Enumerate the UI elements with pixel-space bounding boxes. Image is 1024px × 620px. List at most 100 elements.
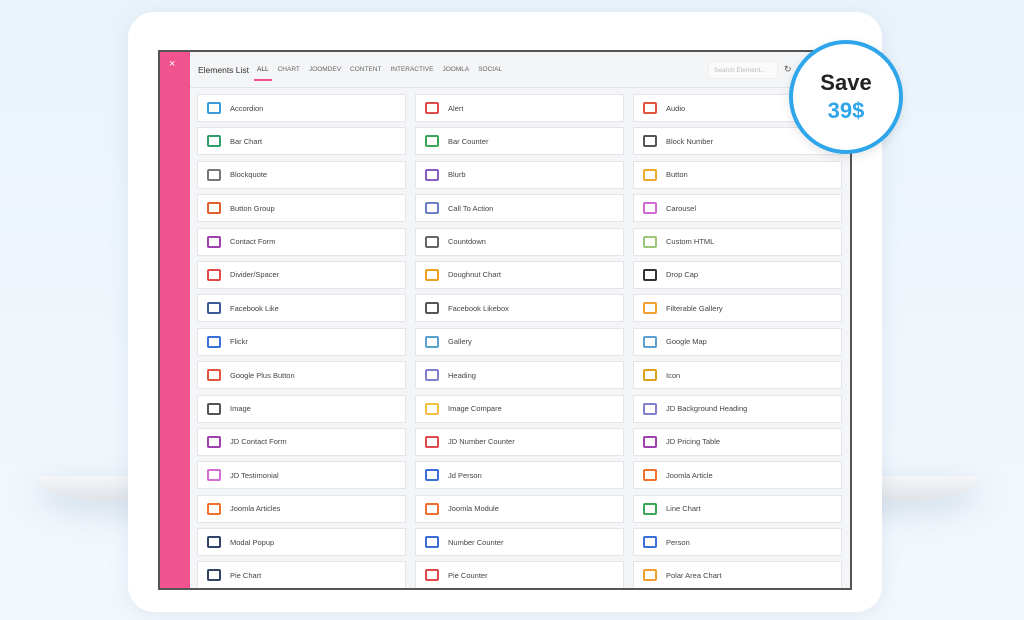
gallery-icon — [425, 335, 439, 348]
search-input[interactable]: Search Element... — [708, 61, 778, 79]
element-label: Drop Cap — [666, 270, 699, 280]
element-item[interactable]: Person — [633, 528, 842, 557]
element-label: Call To Action — [448, 203, 494, 213]
save-badge: Save 39$ — [789, 40, 903, 154]
alert-icon — [425, 102, 439, 114]
element-label: JD Contact Form — [230, 437, 287, 447]
element-item[interactable]: Call To Action — [415, 194, 624, 223]
polar-area-chart-icon — [643, 569, 657, 582]
tab-interactive[interactable]: INTERACTIVE — [390, 66, 433, 73]
sidebar: × — [160, 52, 190, 588]
element-item[interactable]: Joomla Article — [633, 461, 842, 490]
number-counter-icon — [425, 536, 439, 549]
element-label: Flickr — [230, 337, 248, 347]
element-item[interactable]: Flickr — [197, 327, 406, 356]
element-label: Filterable Gallery — [666, 303, 723, 313]
element-item[interactable]: Modal Popup — [197, 528, 406, 557]
element-item[interactable]: Carousel — [633, 194, 842, 223]
blurb-icon — [425, 168, 439, 181]
element-item[interactable]: Doughnut Chart — [415, 260, 624, 289]
element-label: Custom HTML — [666, 237, 715, 247]
joomla-icon — [643, 469, 657, 482]
facebook-like-icon — [207, 302, 221, 315]
refresh-icon[interactable]: ↻ — [784, 64, 792, 75]
element-item[interactable]: Pie Counter — [415, 561, 624, 588]
contact-form-icon — [207, 235, 221, 248]
element-item[interactable]: JD Number Counter — [415, 427, 624, 456]
person-icon — [643, 536, 657, 549]
element-item[interactable]: Countdown — [415, 227, 624, 256]
element-item[interactable]: JD Contact Form — [197, 427, 406, 456]
element-label: JD Testimonial — [230, 470, 279, 480]
bar-chart-icon — [207, 135, 221, 148]
element-item[interactable]: Filterable Gallery — [633, 294, 842, 323]
close-icon[interactable]: × — [169, 58, 175, 70]
drop-cap-icon — [643, 268, 657, 281]
element-item[interactable]: Blurb — [415, 160, 624, 189]
line-chart-icon — [643, 502, 657, 515]
doughnut-chart-icon — [425, 268, 439, 281]
google-map-icon — [643, 335, 657, 348]
element-item[interactable]: Icon — [633, 361, 842, 390]
element-item[interactable]: Image — [197, 394, 406, 423]
pie-chart-icon — [207, 569, 221, 582]
element-item[interactable]: Bar Counter — [415, 127, 624, 156]
element-item[interactable]: Blockquote — [197, 160, 406, 189]
element-label: Pie Chart — [230, 570, 262, 580]
flickr-icon — [207, 335, 221, 348]
element-item[interactable]: Accordion — [197, 94, 406, 122]
element-item[interactable]: JD Background Heading — [633, 394, 842, 423]
element-label: Google Plus Button — [230, 370, 295, 380]
element-item[interactable]: Facebook Likebox — [415, 294, 624, 323]
tab-all[interactable]: ALL — [254, 66, 272, 81]
element-item[interactable]: Pie Chart — [197, 561, 406, 588]
tab-joomdev[interactable]: JOOMDEV — [309, 66, 341, 73]
tab-chart[interactable]: CHART — [278, 66, 300, 73]
element-item[interactable]: Button Group — [197, 194, 406, 223]
tab-joomla[interactable]: JOOMLA — [442, 66, 469, 73]
element-item[interactable]: Facebook Like — [197, 294, 406, 323]
element-item[interactable]: JD Testimonial — [197, 461, 406, 490]
element-item[interactable]: Button — [633, 160, 842, 189]
element-item[interactable]: Bar Chart — [197, 127, 406, 156]
button-icon — [643, 168, 657, 181]
google-plus-icon — [207, 369, 221, 382]
element-item[interactable]: Image Compare — [415, 394, 624, 423]
element-item[interactable]: Contact Form — [197, 227, 406, 256]
element-item[interactable]: JD Pricing Table — [633, 427, 842, 456]
element-label: JD Pricing Table — [666, 437, 721, 447]
element-label: Button — [666, 170, 688, 180]
countdown-icon — [425, 235, 439, 248]
icon-icon — [643, 369, 657, 382]
element-label: Heading — [448, 370, 476, 380]
element-item[interactable]: Polar Area Chart — [633, 561, 842, 588]
joomla-icon — [425, 502, 439, 515]
element-item[interactable]: Heading — [415, 361, 624, 390]
element-item[interactable]: Alert — [415, 94, 624, 122]
tab-social[interactable]: SOCIAL — [478, 66, 502, 73]
element-item[interactable]: Joomla Articles — [197, 494, 406, 523]
element-label: Icon — [666, 370, 681, 380]
element-item[interactable]: Google Map — [633, 327, 842, 356]
element-label: Joomla Article — [666, 470, 713, 480]
element-item[interactable]: Divider/Spacer — [197, 260, 406, 289]
blockquote-icon — [207, 168, 221, 181]
image-compare-icon — [425, 402, 439, 415]
element-label: Person — [666, 537, 690, 547]
element-label: Bar Chart — [230, 136, 263, 146]
element-item[interactable]: Google Plus Button — [197, 361, 406, 390]
element-item[interactable]: Custom HTML — [633, 227, 842, 256]
element-item[interactable]: Drop Cap — [633, 260, 842, 289]
element-item[interactable]: Line Chart — [633, 494, 842, 523]
filterable-gallery-icon — [643, 302, 657, 315]
tab-content[interactable]: CONTENT — [350, 66, 381, 73]
element-item[interactable]: Joomla Module — [415, 494, 624, 523]
image-icon — [207, 402, 221, 415]
contact-form-icon — [207, 435, 221, 448]
audio-icon — [643, 102, 657, 114]
element-item[interactable]: Gallery — [415, 327, 624, 356]
button-group-icon — [207, 202, 221, 215]
facebook-likebox-icon — [425, 302, 439, 315]
element-item[interactable]: Jd Person — [415, 461, 624, 490]
element-item[interactable]: Number Counter — [415, 528, 624, 557]
